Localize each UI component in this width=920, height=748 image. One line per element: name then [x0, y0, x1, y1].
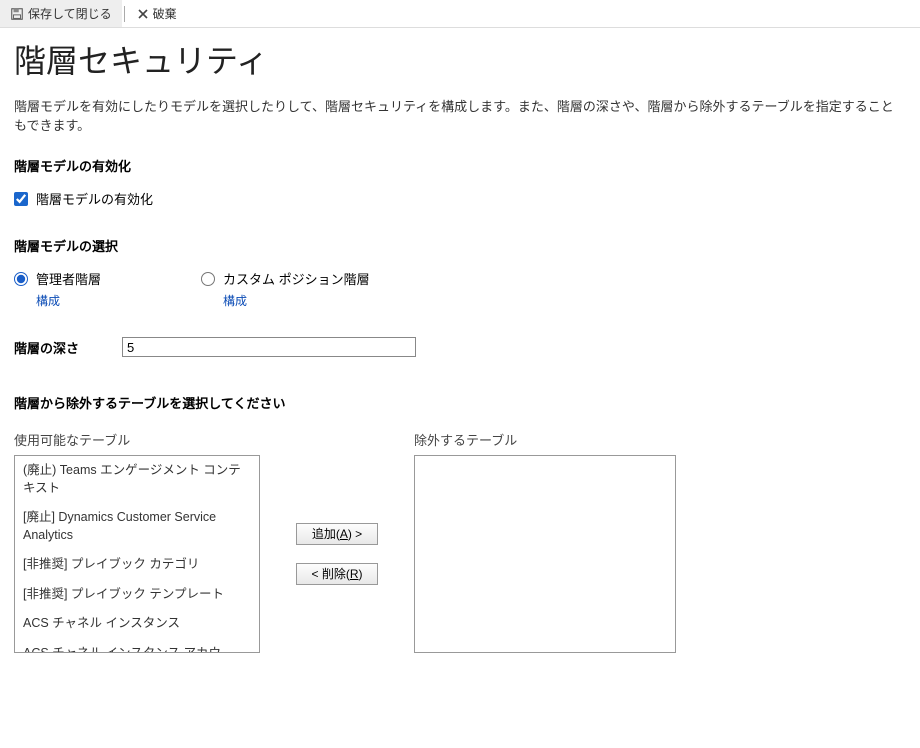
excluded-listbox[interactable]: [414, 455, 676, 653]
list-item[interactable]: [非推奨] プレイブック テンプレート: [15, 580, 259, 610]
exclude-heading: 階層から除外するテーブルを選択してください: [14, 393, 906, 412]
list-item[interactable]: [非推奨] プレイブック カテゴリ: [15, 550, 259, 580]
add-button[interactable]: 追加(A) >: [296, 523, 378, 545]
radio-manager[interactable]: [14, 272, 28, 286]
save-and-close-label: 保存して閉じる: [28, 5, 112, 22]
depth-input[interactable]: [122, 337, 416, 357]
model-section: 階層モデルの選択 管理者階層 構成 カスタム ポジション階層 構成: [14, 236, 906, 309]
radio-custom-label[interactable]: カスタム ポジション階層: [223, 269, 370, 288]
available-label: 使用可能なテーブル: [14, 430, 260, 449]
radio-custom[interactable]: [201, 272, 215, 286]
list-item[interactable]: ACS チャネル インスタンス: [15, 609, 259, 639]
save-icon: [10, 7, 24, 21]
list-item[interactable]: ACS チャネル インスタンス アカウ: [15, 639, 259, 654]
depth-row: 階層の深さ: [14, 337, 906, 357]
toolbar: 保存して閉じる 破棄: [0, 0, 920, 28]
discard-label: 破棄: [153, 5, 177, 22]
model-heading: 階層モデルの選択: [14, 236, 906, 255]
configure-manager-link[interactable]: 構成: [36, 292, 101, 309]
depth-label: 階層の深さ: [14, 338, 122, 357]
toolbar-separator: [124, 6, 125, 22]
discard-button[interactable]: 破棄: [127, 0, 187, 27]
page-title: 階層セキュリティ: [14, 36, 906, 82]
available-listbox[interactable]: (廃止) Teams エンゲージメント コンテキスト[廃止] Dynamics …: [14, 455, 260, 653]
remove-button[interactable]: < 削除(R): [296, 563, 378, 585]
exclude-section: 階層から除外するテーブルを選択してください 使用可能なテーブル (廃止) Tea…: [14, 393, 906, 653]
list-item[interactable]: (廃止) Teams エンゲージメント コンテキスト: [15, 456, 259, 503]
enable-checkbox-label[interactable]: 階層モデルの有効化: [36, 189, 153, 208]
close-icon: [137, 8, 149, 20]
list-item[interactable]: [廃止] Dynamics Customer Service Analytics: [15, 503, 259, 550]
enable-section: 階層モデルの有効化 階層モデルの有効化: [14, 156, 906, 208]
page-description: 階層モデルを有効にしたりモデルを選択したりして、階層セキュリティを構成します。ま…: [14, 96, 906, 134]
excluded-label: 除外するテーブル: [414, 430, 676, 449]
radio-manager-label[interactable]: 管理者階層: [36, 269, 101, 288]
save-and-close-button[interactable]: 保存して閉じる: [0, 0, 122, 27]
enable-heading: 階層モデルの有効化: [14, 156, 906, 175]
configure-custom-link[interactable]: 構成: [223, 292, 370, 309]
enable-checkbox[interactable]: [14, 192, 28, 206]
